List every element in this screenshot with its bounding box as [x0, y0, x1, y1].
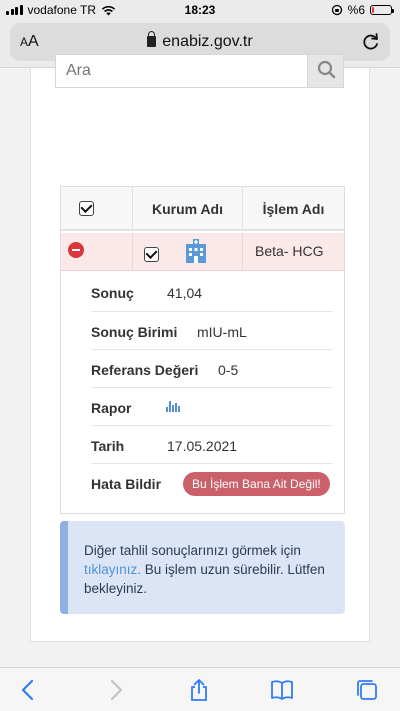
back-icon[interactable]	[17, 678, 41, 702]
detail-tarih: Tarih 17.05.2021	[91, 425, 333, 463]
info-text-before: Diğer tahlil sonuçlarınızı görmek için	[84, 543, 301, 558]
search-button[interactable]	[307, 54, 344, 88]
table-row[interactable]: Beta- HCG	[61, 233, 344, 271]
sonuc-value: 41,04	[167, 285, 203, 301]
row-islem: Beta- HCG	[255, 243, 324, 259]
url-display[interactable]: enabiz.gov.tr	[10, 31, 390, 51]
header-kurum[interactable]: Kurum Adı	[133, 187, 243, 229]
browser-toolbar	[0, 667, 400, 711]
orientation-lock-icon	[331, 4, 342, 16]
referans-label: Referans Değeri	[91, 362, 199, 378]
detail-referans: Referans Değeri 0-5	[91, 349, 333, 387]
header-islem[interactable]: İşlem Adı	[243, 187, 344, 229]
referans-value: 0-5	[218, 362, 239, 378]
header-checkbox-cell	[61, 187, 133, 229]
battery-percent: %6	[347, 3, 365, 17]
results-table: Kurum Adı İşlem Adı Beta- HCG Sonuç 41,0…	[60, 186, 345, 514]
detail-rapor: Rapor	[91, 387, 333, 425]
not-mine-button[interactable]: Bu İşlem Bana Ait Değil!	[183, 472, 330, 496]
hospital-icon	[186, 239, 206, 263]
tarih-label: Tarih	[91, 438, 125, 454]
birim-label: Sonuç Birimi	[91, 324, 178, 340]
collapse-row-icon[interactable]	[68, 242, 84, 258]
search-row	[55, 54, 344, 88]
bar-chart-icon[interactable]	[166, 401, 180, 412]
battery-level	[372, 7, 375, 13]
search-icon	[317, 60, 336, 79]
battery-icon	[370, 5, 394, 15]
forward-icon[interactable]	[103, 678, 127, 702]
status-bar: vodafone TR 18:23 %6	[0, 0, 400, 20]
tabs-icon[interactable]	[355, 678, 379, 702]
detail-sonuc-birimi: Sonuç Birimi mIU-mL	[91, 311, 333, 349]
search-input[interactable]	[55, 54, 307, 88]
info-alert: Diğer tahlil sonuçlarınızı görmek için t…	[60, 521, 345, 614]
lock-icon	[147, 31, 157, 47]
row-kurum-cell	[133, 233, 243, 271]
status-right: %6	[331, 3, 394, 17]
hata-label: Hata Bildir	[91, 476, 162, 492]
url-text: enabiz.gov.tr	[162, 33, 253, 50]
info-link[interactable]: tıklayınız.	[84, 562, 141, 577]
reload-icon[interactable]	[360, 31, 382, 53]
rapor-label: Rapor	[91, 400, 132, 416]
tarih-value: 17.05.2021	[167, 438, 238, 454]
sonuc-label: Sonuç	[91, 285, 134, 301]
bookmarks-icon[interactable]	[270, 678, 294, 702]
share-icon[interactable]	[187, 678, 211, 702]
detail-hata: Hata Bildir Bu İşlem Bana Ait Değil!	[91, 463, 333, 501]
birim-value: mIU-mL	[197, 324, 247, 340]
row-action-cell	[61, 233, 133, 271]
table-header: Kurum Adı İşlem Adı	[61, 187, 344, 231]
select-all-checkbox[interactable]	[79, 201, 94, 216]
row-checkbox[interactable]	[144, 247, 159, 262]
detail-sonuc: Sonuç 41,04	[91, 273, 333, 311]
